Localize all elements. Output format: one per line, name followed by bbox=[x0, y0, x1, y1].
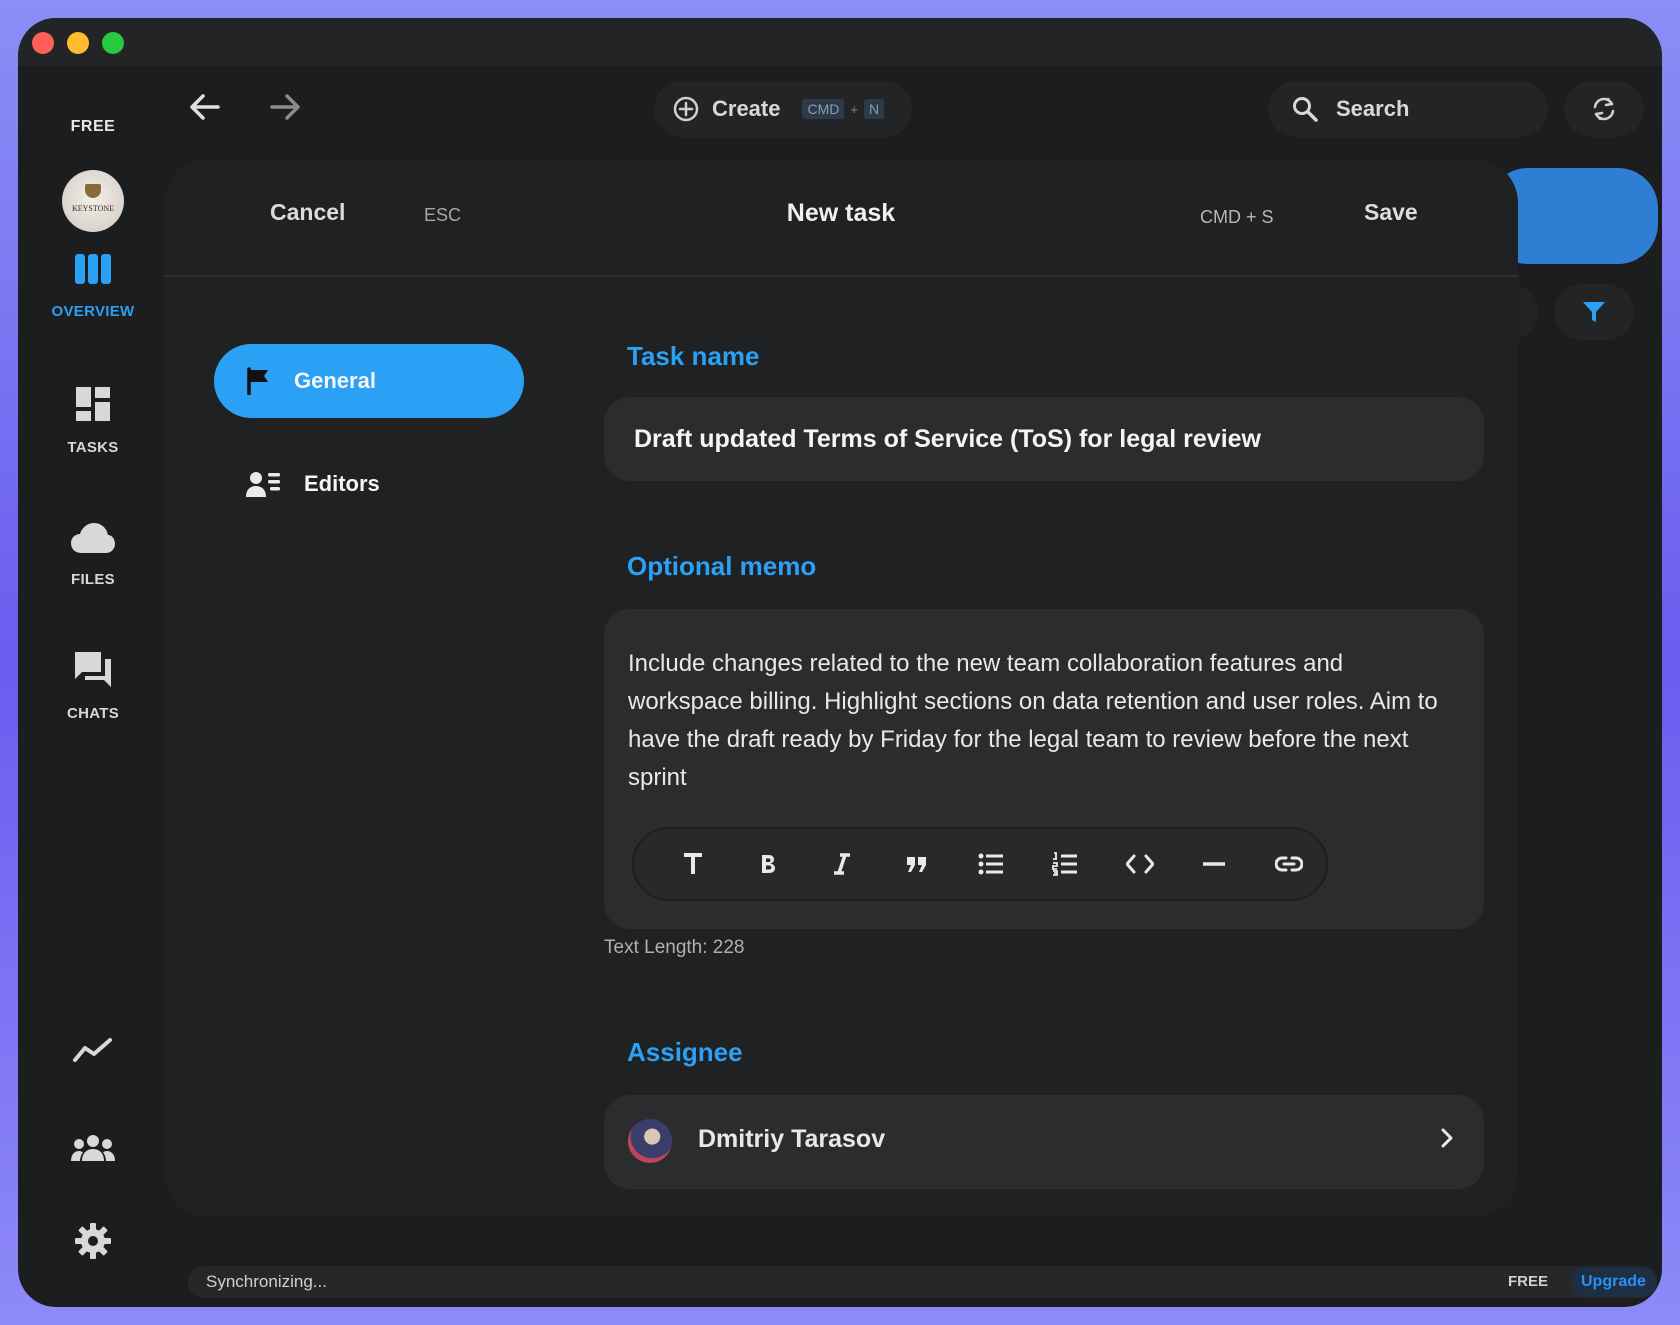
sync-icon bbox=[1593, 97, 1615, 121]
assignee-name: Dmitriy Tarasov bbox=[698, 1125, 886, 1153]
title-bar bbox=[18, 18, 1662, 66]
forward-arrow-icon[interactable] bbox=[268, 92, 302, 122]
left-sidebar: FREE KEYSTONE OVERVIEW TASKS FILES CHATS bbox=[18, 66, 168, 1307]
text-format-button[interactable] bbox=[656, 839, 730, 889]
sync-button[interactable] bbox=[1564, 81, 1644, 137]
sidebar-item-chats[interactable]: CHATS bbox=[18, 650, 168, 722]
maximize-window-button[interactable] bbox=[102, 32, 124, 54]
italic-button[interactable] bbox=[805, 839, 879, 889]
sidebar-item-label: FILES bbox=[70, 571, 115, 588]
task-name-label: Task name bbox=[627, 341, 760, 371]
numbered-list-button[interactable] bbox=[1028, 839, 1102, 889]
back-arrow-icon[interactable] bbox=[188, 92, 222, 122]
filter-button[interactable] bbox=[1554, 284, 1634, 340]
filter-icon bbox=[1583, 302, 1605, 322]
sidebar-item-team[interactable] bbox=[18, 1134, 168, 1167]
bold-icon bbox=[761, 855, 775, 873]
sidebar-item-tasks[interactable]: TASKS bbox=[18, 386, 168, 456]
search-icon bbox=[1293, 97, 1318, 122]
tab-editors[interactable]: Editors bbox=[214, 447, 524, 521]
minimize-window-button[interactable] bbox=[67, 32, 89, 54]
status-bar: Synchronizing... FREE Upgrade bbox=[188, 1266, 1658, 1298]
formatting-toolbar bbox=[632, 827, 1328, 901]
plus-circle-icon bbox=[673, 96, 699, 122]
user-list-icon bbox=[246, 472, 280, 497]
save-shortcut: CMD + S bbox=[1200, 207, 1274, 227]
sidebar-item-label: CHATS bbox=[66, 705, 120, 722]
sidebar-item-analytics[interactable] bbox=[18, 1036, 168, 1069]
code-button[interactable] bbox=[1103, 839, 1177, 889]
bold-button[interactable] bbox=[730, 839, 804, 889]
cloud-icon bbox=[71, 523, 115, 553]
avatar bbox=[628, 1119, 672, 1163]
sidebar-item-settings[interactable] bbox=[18, 1222, 168, 1265]
modal-header: New task Cancel ESC CMD + S Save bbox=[164, 159, 1518, 277]
tab-general[interactable]: General bbox=[214, 344, 524, 418]
memo-label: Optional memo bbox=[627, 551, 817, 581]
create-shortcut: CMD + N bbox=[802, 99, 885, 119]
sync-status: Synchronizing... bbox=[206, 1272, 327, 1291]
shortcut-key: CMD bbox=[802, 99, 845, 119]
link-icon bbox=[1274, 856, 1303, 872]
bullet-list-button[interactable] bbox=[954, 839, 1028, 889]
italic-icon bbox=[834, 853, 851, 875]
create-label: Create bbox=[712, 96, 781, 121]
tab-label: Editors bbox=[304, 471, 380, 496]
new-task-modal: New task Cancel ESC CMD + S Save General… bbox=[164, 159, 1518, 1217]
task-name-input[interactable] bbox=[604, 397, 1484, 481]
link-button[interactable] bbox=[1252, 839, 1326, 889]
modal-title: New task bbox=[786, 199, 896, 227]
memo-textarea[interactable]: Include changes related to the new team … bbox=[628, 645, 1458, 797]
task-name-field[interactable] bbox=[604, 397, 1484, 481]
chevron-right-icon bbox=[1441, 1128, 1453, 1148]
chat-icon bbox=[75, 652, 111, 687]
trend-line-icon bbox=[73, 1038, 112, 1062]
org-crest-icon bbox=[85, 184, 101, 198]
quote-icon bbox=[906, 857, 926, 872]
sidebar-item-label: OVERVIEW bbox=[51, 303, 135, 320]
create-button[interactable]: Create CMD + N bbox=[654, 81, 912, 137]
team-icon bbox=[71, 1135, 115, 1161]
assignee-label: Assignee bbox=[627, 1037, 743, 1067]
shortcut-plus: + bbox=[850, 101, 858, 117]
sidebar-item-label: TASKS bbox=[67, 439, 119, 456]
shortcut-key: N bbox=[863, 99, 885, 119]
code-icon bbox=[1125, 854, 1154, 874]
memo-field[interactable]: Include changes related to the new team … bbox=[604, 609, 1484, 929]
bullet-list-icon bbox=[978, 853, 1003, 875]
upgrade-button[interactable]: Upgrade bbox=[1571, 1267, 1656, 1297]
org-avatar[interactable]: KEYSTONE bbox=[62, 170, 124, 232]
plan-badge: FREE bbox=[1508, 1273, 1549, 1290]
dashboard-icon bbox=[76, 387, 110, 421]
tab-label: General bbox=[294, 368, 376, 393]
sidebar-item-overview[interactable]: OVERVIEW bbox=[18, 252, 168, 320]
flag-icon bbox=[247, 367, 268, 395]
columns-icon bbox=[75, 254, 111, 284]
text-icon bbox=[684, 853, 703, 874]
numbered-list-icon bbox=[1052, 852, 1078, 876]
assignee-selector[interactable]: Dmitriy Tarasov bbox=[604, 1095, 1484, 1189]
gear-icon bbox=[75, 1223, 111, 1259]
save-button[interactable]: Save bbox=[1364, 199, 1418, 226]
horizontal-rule-icon bbox=[1203, 862, 1226, 866]
cancel-button[interactable]: Cancel bbox=[270, 199, 345, 226]
org-avatar-text: KEYSTONE bbox=[71, 203, 115, 213]
divider-button[interactable] bbox=[1177, 839, 1251, 889]
plan-label: FREE bbox=[70, 118, 116, 135]
sidebar-item-files[interactable]: FILES bbox=[18, 522, 168, 588]
quote-button[interactable] bbox=[879, 839, 953, 889]
search-button[interactable]: Search bbox=[1268, 81, 1548, 137]
search-label: Search bbox=[1336, 96, 1410, 121]
cancel-shortcut: ESC bbox=[424, 205, 462, 225]
app-window: FREE KEYSTONE OVERVIEW TASKS FILES CHATS… bbox=[18, 18, 1662, 1307]
text-length-counter: Text Length: 228 bbox=[604, 937, 745, 958]
close-window-button[interactable] bbox=[32, 32, 54, 54]
